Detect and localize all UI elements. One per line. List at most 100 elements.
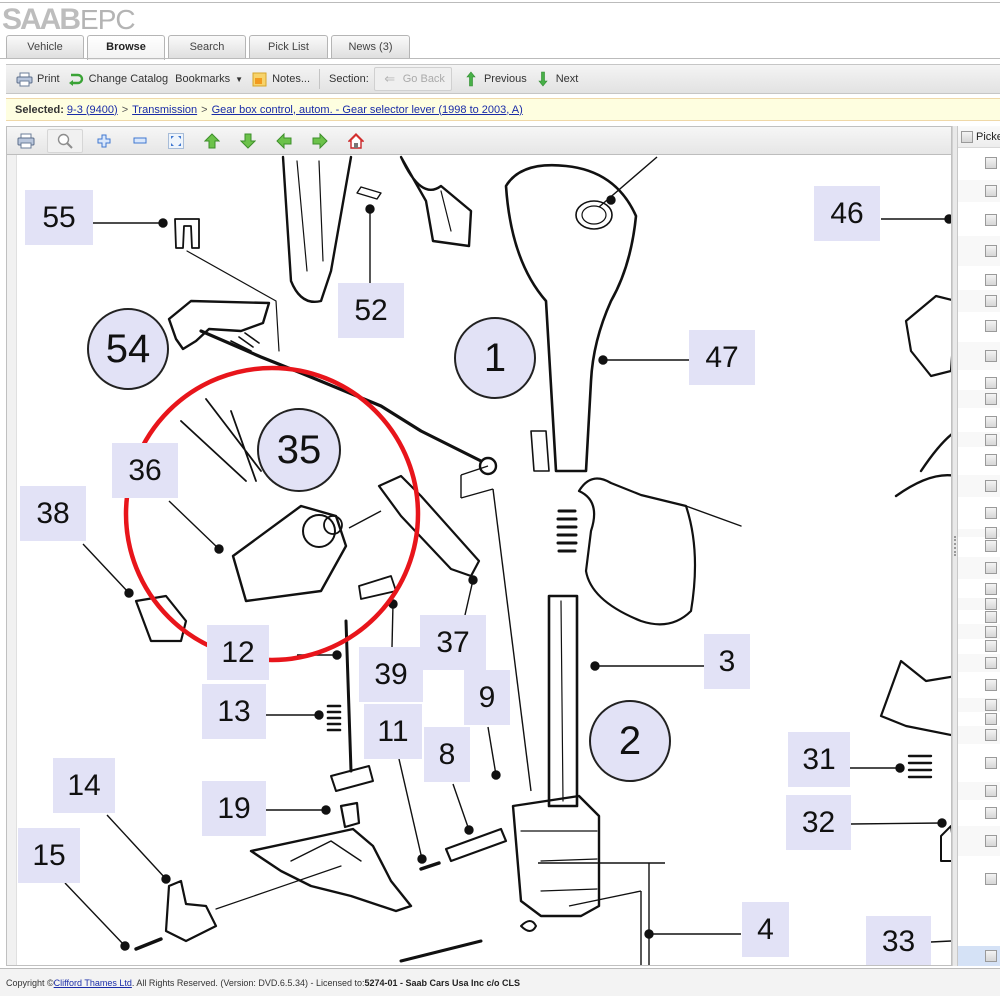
callout-19[interactable]: 19 xyxy=(202,781,266,836)
diagram-pan-up-button[interactable] xyxy=(197,129,227,153)
callout-11[interactable]: 11 xyxy=(364,704,422,759)
picked-checkbox[interactable] xyxy=(985,873,997,885)
tab-news[interactable]: News (3) xyxy=(331,35,410,59)
tab-browse[interactable]: Browse xyxy=(87,35,165,60)
picked-checkbox[interactable] xyxy=(985,454,997,466)
parts-list-row[interactable] xyxy=(958,342,1000,370)
picked-checkbox[interactable] xyxy=(985,185,997,197)
diagram-zoom-out-button[interactable] xyxy=(125,129,155,153)
callout-15[interactable]: 15 xyxy=(18,828,80,883)
picked-checkbox[interactable] xyxy=(985,598,997,610)
callout-32[interactable]: 32 xyxy=(786,795,851,850)
notes-button[interactable]: Notes... xyxy=(248,67,315,91)
picked-checkbox[interactable] xyxy=(985,657,997,669)
picked-checkbox[interactable] xyxy=(985,415,997,428)
callout-9[interactable]: 9 xyxy=(464,670,510,725)
parts-list-row[interactable] xyxy=(958,315,1000,337)
parts-list-row[interactable] xyxy=(958,432,1000,447)
parts-list-row[interactable] xyxy=(958,637,1000,654)
tab-vehicle[interactable]: Vehicle xyxy=(6,35,84,59)
picked-checkbox[interactable] xyxy=(985,393,997,405)
picked-checkbox[interactable] xyxy=(985,729,997,741)
breadcrumb-model-link[interactable]: 9-3 (9400) xyxy=(67,104,118,116)
parts-list-row[interactable] xyxy=(958,413,1000,430)
picked-checkbox[interactable] xyxy=(985,562,997,574)
callout-31[interactable]: 31 xyxy=(788,732,850,787)
picked-checkbox[interactable] xyxy=(985,713,997,725)
callout-47[interactable]: 47 xyxy=(689,330,755,385)
callout-8[interactable]: 8 xyxy=(424,727,470,782)
parts-list-row[interactable] xyxy=(958,499,1000,527)
parts-list-row[interactable] xyxy=(958,207,1000,232)
parts-list-row[interactable] xyxy=(958,557,1000,579)
picked-checkbox[interactable] xyxy=(985,950,997,962)
callout-35[interactable]: 35 xyxy=(257,408,341,492)
parts-list-row[interactable] xyxy=(958,271,1000,289)
picked-checkbox[interactable] xyxy=(985,582,997,595)
parts-list-row[interactable] xyxy=(958,698,1000,712)
breadcrumb-group-link[interactable]: Transmission xyxy=(132,104,197,116)
parts-list-row[interactable] xyxy=(958,475,1000,497)
parts-list-row[interactable] xyxy=(958,726,1000,744)
company-link[interactable]: Clifford Thames Ltd xyxy=(54,978,132,988)
parts-list-row[interactable] xyxy=(958,537,1000,555)
parts-list-row[interactable] xyxy=(958,654,1000,672)
callout-37[interactable]: 37 xyxy=(420,615,486,670)
picked-checkbox[interactable] xyxy=(985,785,997,797)
parts-list-row[interactable] xyxy=(958,154,1000,172)
picked-checkbox[interactable] xyxy=(985,157,997,169)
picked-checkbox[interactable] xyxy=(985,679,997,691)
diagram-print-button[interactable] xyxy=(11,129,41,153)
picked-checkbox[interactable] xyxy=(985,377,997,389)
parts-list-row[interactable] xyxy=(958,290,1000,312)
parts-list-row[interactable] xyxy=(958,674,1000,696)
tab-pick-list[interactable]: Pick List xyxy=(249,35,328,59)
picked-checkbox[interactable] xyxy=(985,274,997,286)
parts-list-row[interactable] xyxy=(958,713,1000,725)
callout-39[interactable]: 39 xyxy=(359,647,423,702)
parts-list-row[interactable] xyxy=(958,946,1000,966)
parts-list-row[interactable] xyxy=(958,611,1000,623)
parts-list-row[interactable] xyxy=(958,859,1000,899)
callout-54[interactable]: 54 xyxy=(87,308,169,390)
tab-search[interactable]: Search xyxy=(168,35,246,59)
select-all-checkbox[interactable] xyxy=(961,130,973,143)
print-button[interactable]: Print xyxy=(13,67,65,91)
callout-2[interactable]: 2 xyxy=(589,700,671,782)
picked-checkbox[interactable] xyxy=(985,611,997,623)
callout-12[interactable]: 12 xyxy=(207,625,269,680)
callout-52[interactable]: 52 xyxy=(338,283,404,338)
next-button[interactable]: Next xyxy=(532,67,584,91)
diagram-home-button[interactable] xyxy=(341,129,371,153)
parts-list-row[interactable] xyxy=(958,826,1000,856)
parts-list-row[interactable] xyxy=(958,236,1000,266)
picked-checkbox[interactable] xyxy=(985,295,997,307)
picked-checkbox[interactable] xyxy=(985,699,997,711)
callout-14[interactable]: 14 xyxy=(53,758,115,813)
diagram-zoom-in-button[interactable] xyxy=(89,129,119,153)
picked-checkbox[interactable] xyxy=(985,245,997,257)
callout-46[interactable]: 46 xyxy=(814,186,880,241)
picked-checkbox[interactable] xyxy=(985,756,997,769)
picked-checkbox[interactable] xyxy=(985,835,997,847)
parts-list-row[interactable] xyxy=(958,527,1000,539)
picked-checkbox[interactable] xyxy=(985,540,997,552)
picked-checkbox[interactable] xyxy=(985,480,997,492)
parts-list-row[interactable] xyxy=(958,802,1000,824)
callout-36[interactable]: 36 xyxy=(112,443,178,498)
parts-list-row[interactable] xyxy=(958,376,1000,390)
parts-list-row[interactable] xyxy=(958,782,1000,800)
callout-3[interactable]: 3 xyxy=(704,634,750,689)
diagram-pan-right-button[interactable] xyxy=(305,129,335,153)
picked-checkbox[interactable] xyxy=(985,433,997,446)
diagram-pan-left-button[interactable] xyxy=(269,129,299,153)
breadcrumb-section-link[interactable]: Gear box control, autom. - Gear selector… xyxy=(212,104,523,116)
diagram-magnifier-button[interactable] xyxy=(47,128,83,153)
go-back-button[interactable]: ⇐ Go Back xyxy=(373,67,452,91)
picked-checkbox[interactable] xyxy=(985,625,997,638)
callout-33[interactable]: 33 xyxy=(866,916,931,965)
parts-list-row[interactable] xyxy=(958,180,1000,202)
callout-55[interactable]: 55 xyxy=(25,190,93,245)
parts-list-row[interactable] xyxy=(958,598,1000,610)
parts-list-row[interactable] xyxy=(958,449,1000,471)
